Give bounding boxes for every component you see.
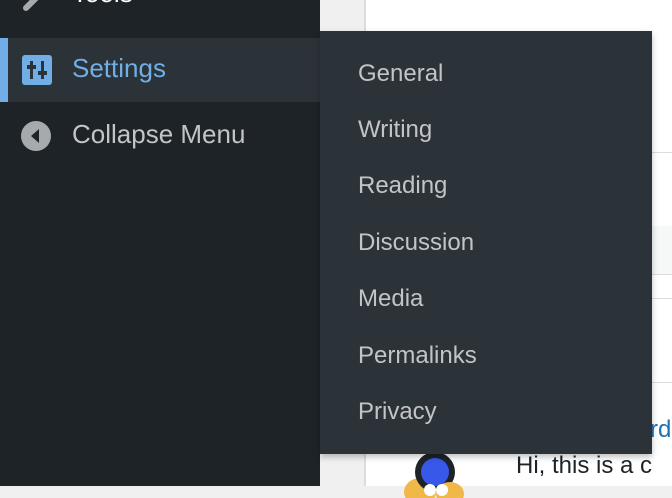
submenu-item-privacy[interactable]: Privacy [320,385,652,441]
sidebar-item-label: Tools [72,0,133,9]
submenu-item-label: Media [358,285,424,312]
submenu-item-label: Discussion [358,229,475,256]
submenu-item-label: Permalinks [358,342,477,369]
submenu-item-label: Writing [358,116,433,143]
collapse-menu-button[interactable]: Collapse Menu [0,104,320,168]
submenu-item-discussion[interactable]: Discussion [320,216,652,272]
sidebar-item-label: Settings [72,53,166,83]
settings-sliders-icon [21,54,53,86]
submenu-item-permalinks[interactable]: Permalinks [320,329,652,385]
admin-sidebar: Tools Settings Collapse Menu [0,0,320,486]
submenu-item-label: General [358,60,444,87]
submenu-item-label: Reading [358,172,448,199]
submenu-item-media[interactable]: Media [320,272,652,328]
collapse-menu-label: Collapse Menu [72,119,246,149]
sidebar-item-tools[interactable]: Tools [0,0,320,18]
sidebar-item-settings[interactable]: Settings [0,38,320,102]
avatar [398,448,472,498]
wrench-icon [20,0,52,14]
submenu-item-label: Privacy [358,398,437,425]
submenu-item-general[interactable]: General [320,47,652,103]
comment-author-link[interactable]: rd [650,416,671,444]
active-indicator [0,38,8,102]
submenu-item-reading[interactable]: Reading [320,159,652,215]
settings-submenu: General Writing Reading Discussion Media… [320,31,652,454]
submenu-item-writing[interactable]: Writing [320,103,652,159]
flyout-pointer [306,56,320,84]
comment-text: Hi, this is a c [516,452,653,479]
collapse-arrow-icon [20,120,52,152]
